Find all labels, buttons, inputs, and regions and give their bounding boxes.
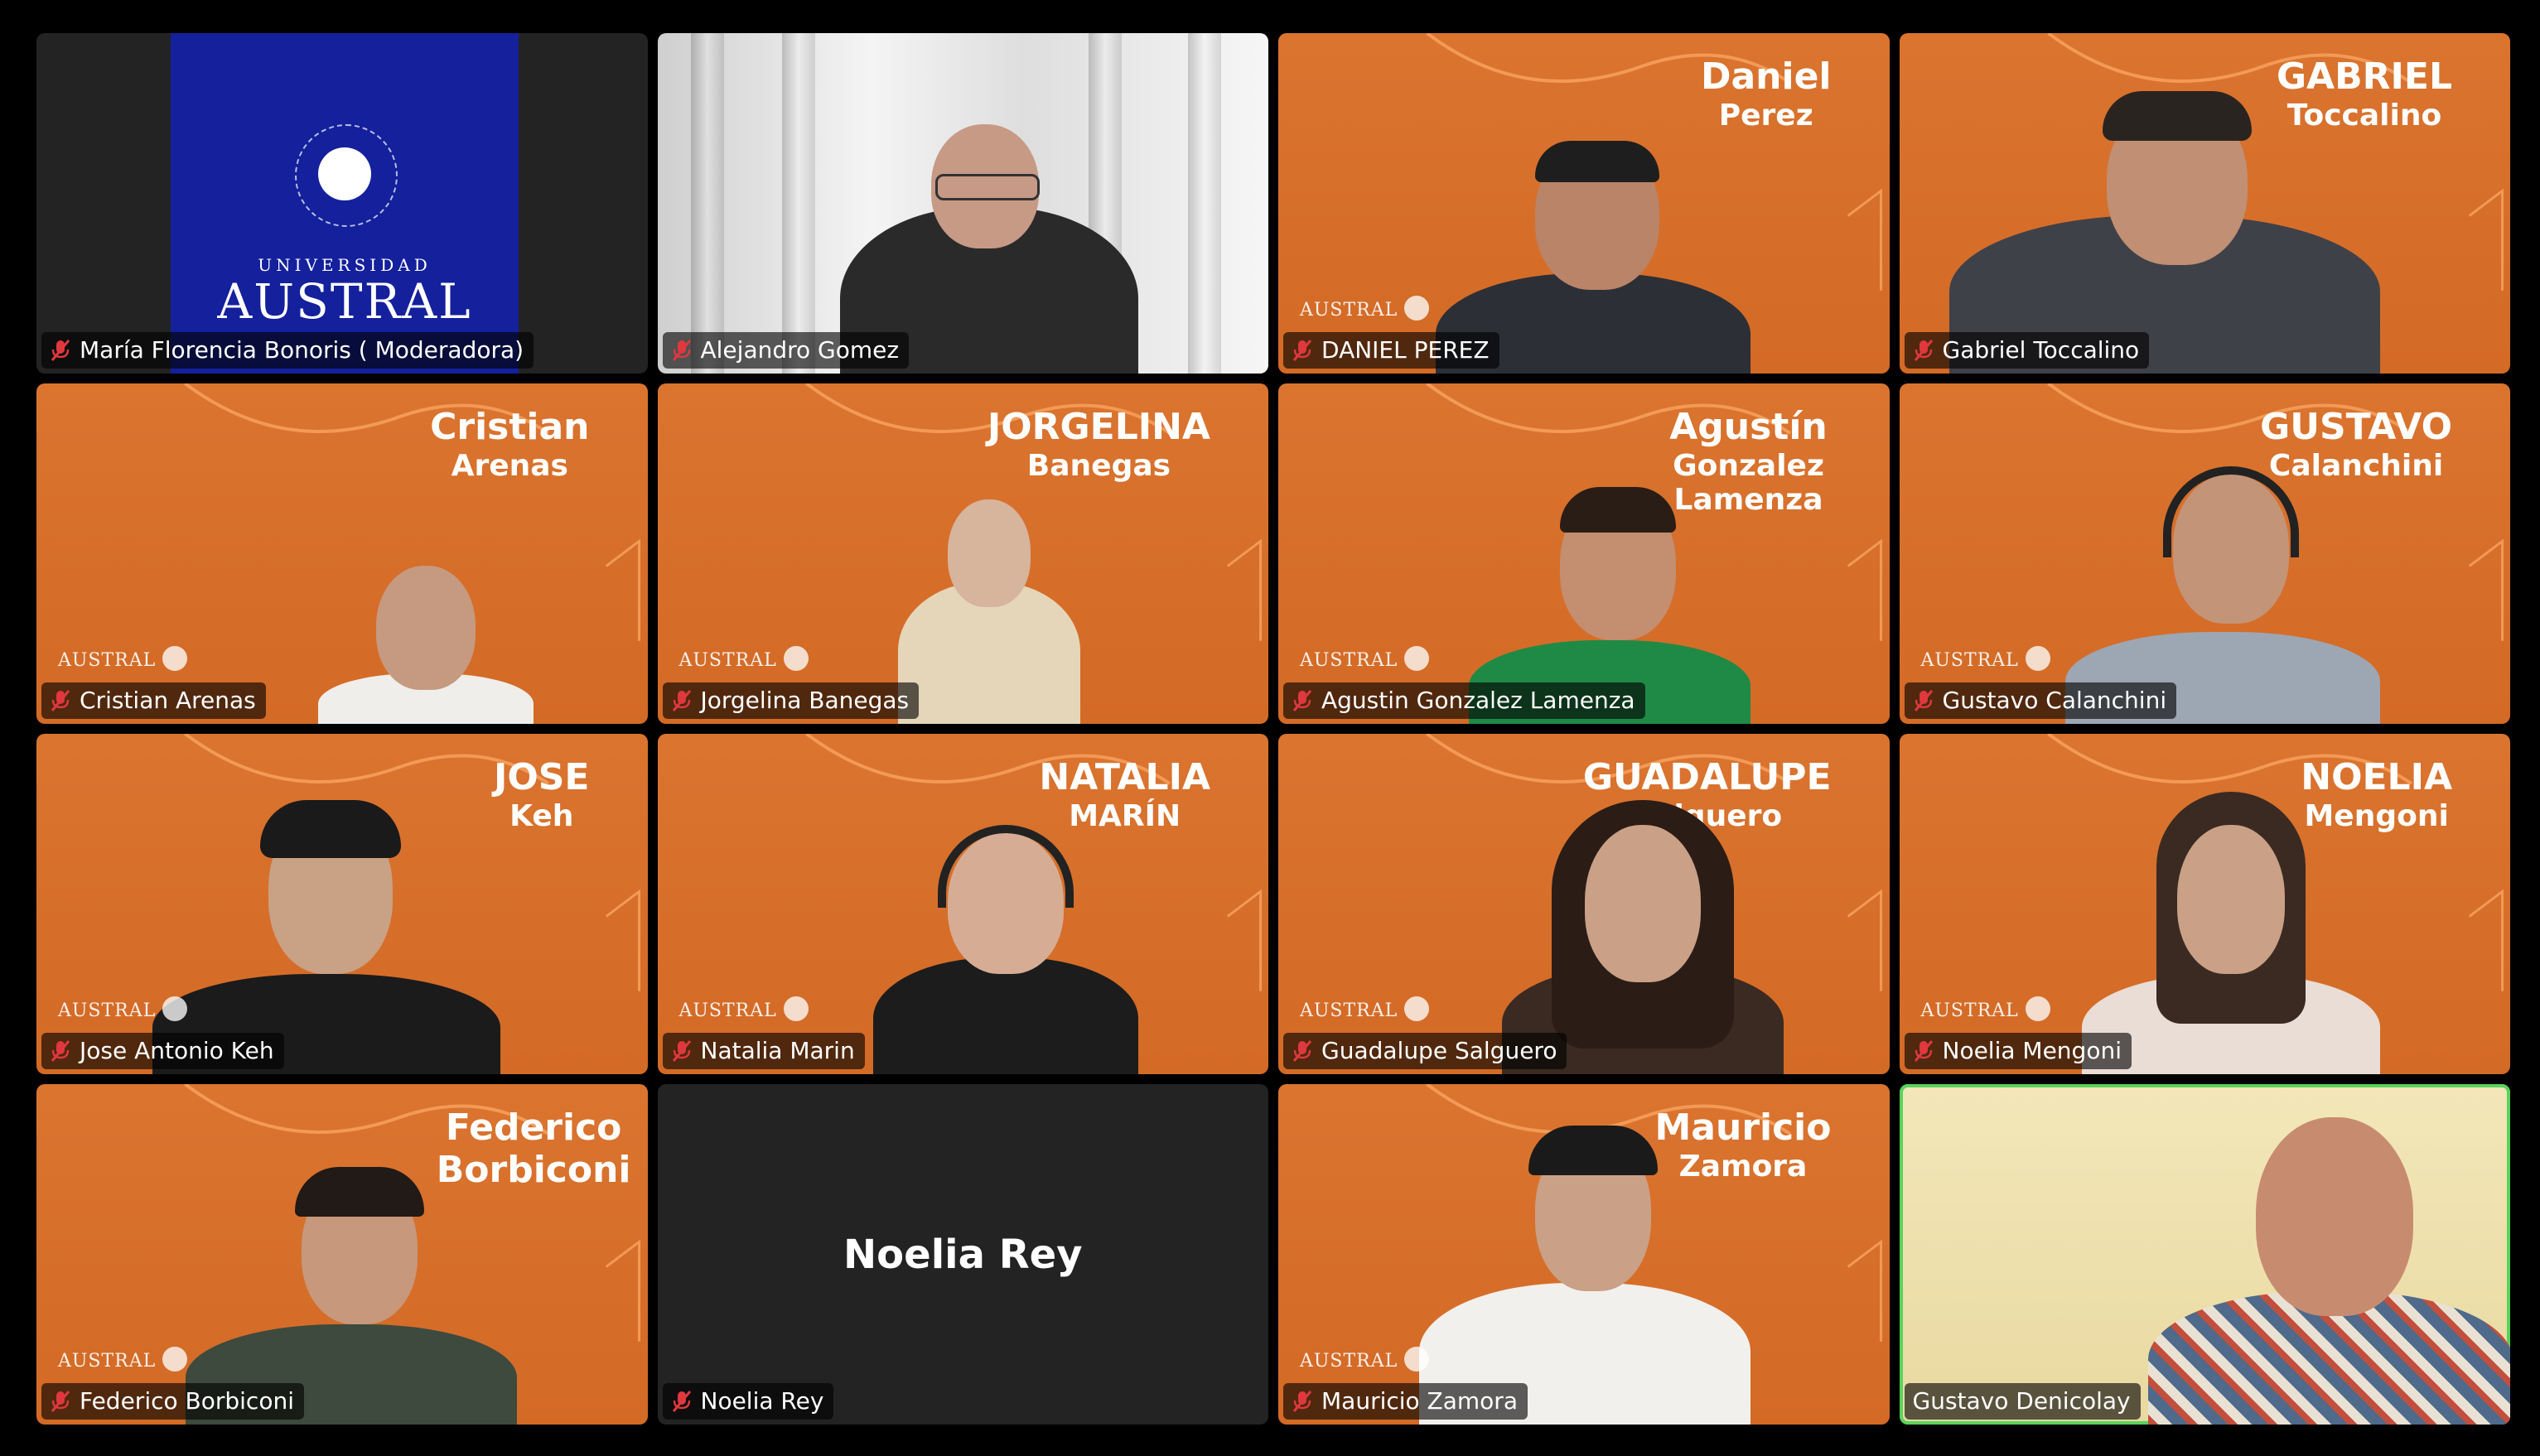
participant-video xyxy=(152,792,500,1074)
participant-tile-active-speaker[interactable]: Gustavo Denicolay xyxy=(1899,1084,2510,1425)
participant-video xyxy=(2147,1101,2510,1425)
participant-tile[interactable]: Noelia Rey Noelia Rey xyxy=(657,1084,1268,1425)
participant-name-badge: Gustavo Calanchini xyxy=(1904,682,2177,719)
austral-watermark: AUSTRAL xyxy=(1300,646,1430,671)
participant-tile[interactable]: Mauricio Zamora AUSTRAL Mauricio Zamora xyxy=(1278,1084,1890,1425)
participant-name-badge: Mauricio Zamora xyxy=(1283,1383,1528,1420)
participant-name-badge: Alejandro Gomez xyxy=(662,332,910,369)
austral-watermark: AUSTRAL xyxy=(679,996,809,1021)
participant-name-badge: DANIEL PEREZ xyxy=(1283,332,1499,369)
austral-logo-background: UNIVERSIDAD AUSTRAL xyxy=(171,33,519,374)
mic-muted-icon xyxy=(50,1039,71,1063)
participant-name: Alejandro Gomez xyxy=(700,336,900,364)
background-name-text: Cristian Arenas xyxy=(430,406,590,483)
austral-watermark: AUSTRAL xyxy=(1921,996,2050,1021)
participant-tile[interactable]: Federico Borbiconi AUSTRAL Federico Borbi… xyxy=(36,1084,648,1425)
participant-tile[interactable]: GUSTAVO Calanchini AUSTRAL Gustavo Calanc… xyxy=(1899,383,2510,724)
participant-name-badge: María Florencia Bonoris ( Moderadora) xyxy=(41,332,534,369)
participant-name-badge: Natalia Marin xyxy=(662,1033,865,1069)
participant-tile[interactable]: JORGELINA Banegas AUSTRAL Jorgelina Baneg… xyxy=(657,383,1268,724)
logo-universidad-text: UNIVERSIDAD xyxy=(258,255,432,275)
participant-name-badge: Federico Borbiconi xyxy=(41,1383,304,1420)
mic-muted-icon xyxy=(50,689,71,712)
participant-video xyxy=(1502,792,1784,1074)
participant-name: Gustavo Denicolay xyxy=(1912,1387,2131,1415)
video-grid: UNIVERSIDAD AUSTRAL María Florencia Bono… xyxy=(36,33,2510,1425)
participant-tile[interactable]: Cristian Arenas AUSTRAL Cristian Arenas xyxy=(36,383,648,724)
mic-muted-icon xyxy=(1292,1039,1313,1063)
participant-name-badge: Jose Antonio Keh xyxy=(41,1033,284,1069)
austral-watermark: AUSTRAL xyxy=(679,646,809,671)
participant-tile[interactable]: GABRIEL Toccalino Gabriel Toccalino xyxy=(1899,33,2510,374)
participant-name-badge: Gustavo Denicolay xyxy=(1904,1383,2141,1420)
participant-tile[interactable]: NOELIA Mengoni AUSTRAL Noelia Mengoni xyxy=(1899,734,2510,1074)
participant-name: Jorgelina Banegas xyxy=(700,687,910,714)
participant-name: Gustavo Calanchini xyxy=(1942,687,2167,714)
background-name-text: JORGELINA Banegas xyxy=(987,406,1210,483)
participant-name-badge: Jorgelina Banegas xyxy=(662,682,920,719)
participant-name-badge: Gabriel Toccalino xyxy=(1904,332,2150,369)
participant-video xyxy=(1948,91,2380,374)
participant-tile[interactable]: NATALIA MARÍN AUSTRAL Natalia Marin xyxy=(657,734,1268,1074)
participant-name-badge: Agustin Gonzalez Lamenza xyxy=(1283,682,1645,719)
participant-tile[interactable]: Daniel Perez AUSTRAL DANIEL PEREZ xyxy=(1278,33,1890,374)
austral-watermark: AUSTRAL xyxy=(1300,296,1430,321)
background-name-text: JOSE Keh xyxy=(493,756,590,833)
participant-name: María Florencia Bonoris ( Moderadora) xyxy=(80,336,524,364)
participant-video xyxy=(318,549,534,724)
participant-name: Noelia Mengoni xyxy=(1942,1037,2122,1064)
austral-watermark: AUSTRAL xyxy=(58,646,188,671)
mic-muted-icon xyxy=(50,339,71,362)
mic-muted-icon xyxy=(671,339,693,362)
participant-tile[interactable]: Alejandro Gomez xyxy=(657,33,1268,374)
participant-tile[interactable]: UNIVERSIDAD AUSTRAL María Florencia Bono… xyxy=(36,33,648,374)
mic-muted-icon xyxy=(1913,1039,1934,1063)
participant-name: Noelia Rey xyxy=(700,1387,824,1415)
mic-muted-icon xyxy=(671,689,693,712)
participant-video xyxy=(848,817,1163,1074)
tree-icon xyxy=(318,147,371,200)
austral-watermark: AUSTRAL xyxy=(1921,646,2050,671)
mic-muted-icon xyxy=(671,1039,693,1063)
participant-name: DANIEL PEREZ xyxy=(1321,336,1490,364)
participant-name: Natalia Marin xyxy=(700,1037,855,1064)
participant-tile[interactable]: GUADALUPE Salguero AUSTRAL Guadalupe Salg… xyxy=(1278,734,1890,1074)
participant-name-badge: Noelia Mengoni xyxy=(1904,1033,2132,1069)
mic-muted-icon xyxy=(1292,689,1313,712)
mic-muted-icon xyxy=(671,1390,693,1413)
participant-name: Guadalupe Salguero xyxy=(1321,1037,1557,1064)
austral-watermark: AUSTRAL xyxy=(1300,996,1430,1021)
mic-muted-icon xyxy=(1292,1390,1313,1413)
participant-tile[interactable]: Agustín Gonzalez Lamenza AUSTRAL Agustin … xyxy=(1278,383,1890,724)
participant-name-badge: Guadalupe Salguero xyxy=(1283,1033,1567,1069)
austral-watermark: AUSTRAL xyxy=(58,1347,188,1372)
participant-name-badge: Cristian Arenas xyxy=(41,682,266,719)
logo-austral-text: AUSTRAL xyxy=(217,273,472,330)
participant-name: Federico Borbiconi xyxy=(80,1387,294,1415)
austral-watermark: AUSTRAL xyxy=(58,996,188,1021)
mic-muted-icon xyxy=(1292,339,1313,362)
participant-name: Jose Antonio Keh xyxy=(80,1037,274,1064)
mic-muted-icon xyxy=(1913,339,1934,362)
austral-watermark: AUSTRAL xyxy=(1300,1347,1430,1372)
participant-name: Cristian Arenas xyxy=(80,687,256,714)
mic-muted-icon xyxy=(1913,689,1934,712)
participant-video xyxy=(2081,792,2380,1074)
participant-name: Gabriel Toccalino xyxy=(1942,336,2140,364)
participant-name: Agustin Gonzalez Lamenza xyxy=(1321,687,1635,714)
participant-video xyxy=(1419,1109,1750,1425)
mic-muted-icon xyxy=(50,1390,71,1413)
participant-name: Mauricio Zamora xyxy=(1321,1387,1518,1415)
participant-tile[interactable]: JOSE Keh AUSTRAL Jose Antonio Keh xyxy=(36,734,648,1074)
participant-name-badge: Noelia Rey xyxy=(662,1383,834,1420)
participant-display-name: Noelia Rey xyxy=(843,1231,1083,1278)
